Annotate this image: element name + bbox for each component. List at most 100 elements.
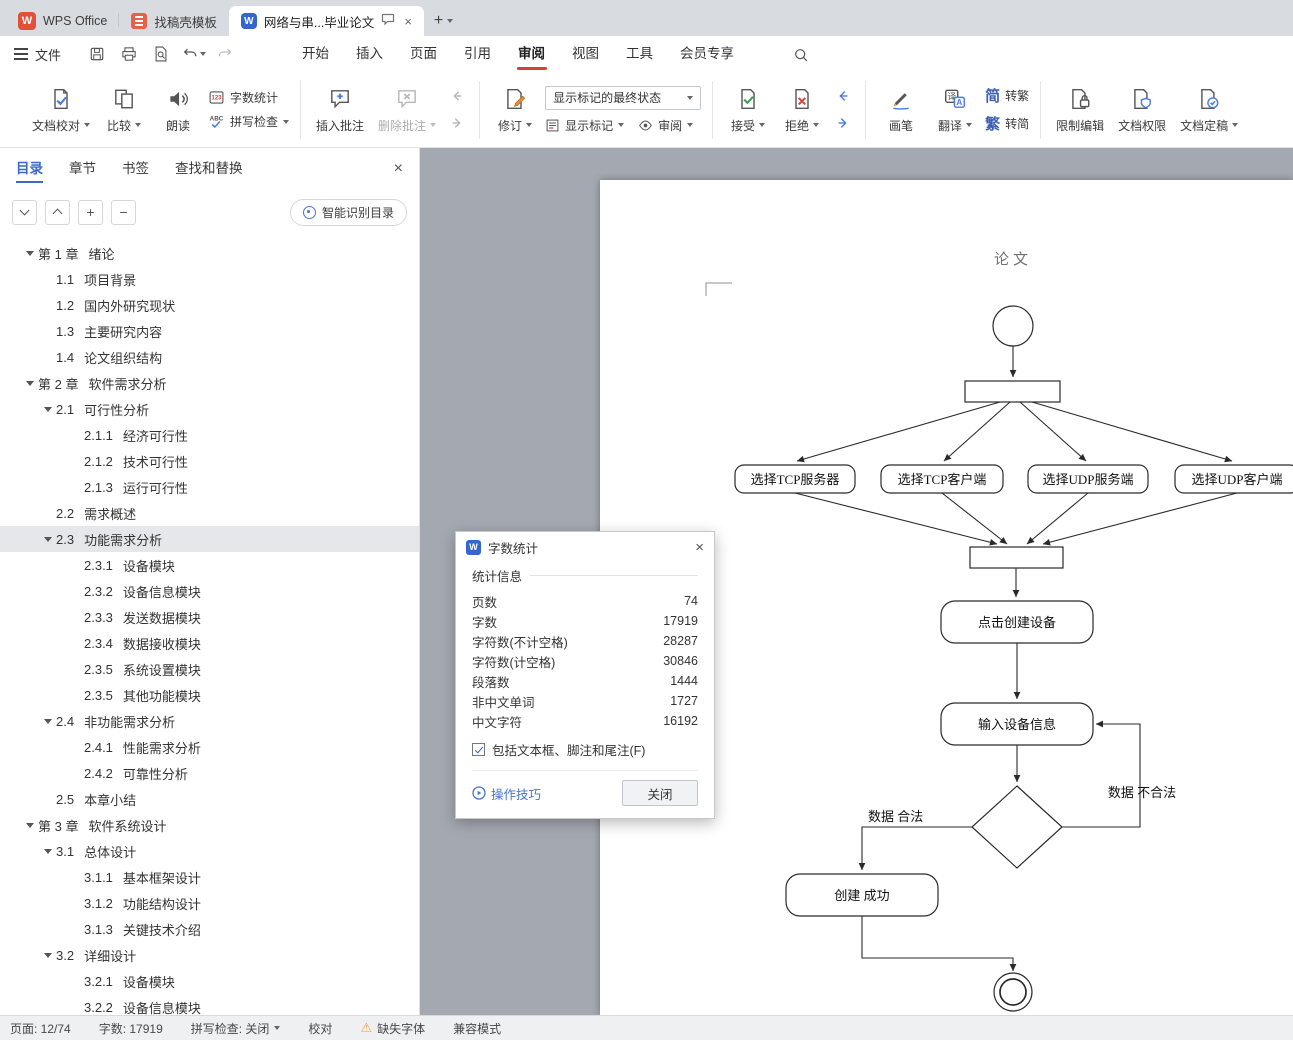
menu-item[interactable]: 会员专享 — [680, 36, 734, 72]
new-tab-button[interactable]: + — [424, 6, 463, 36]
toc-item[interactable]: 2.1.3 运行可行性 — [0, 474, 419, 500]
toc-item[interactable]: 1.1 项目背景 — [0, 266, 419, 292]
caret-icon[interactable] — [40, 797, 56, 802]
caret-icon[interactable] — [68, 875, 84, 880]
caret-icon[interactable] — [40, 303, 56, 308]
tab-thesis-document[interactable]: W 网络与串...毕业论文 × — [228, 6, 424, 36]
toc-item[interactable]: 2.3.4 数据接收模块 — [0, 630, 419, 656]
toc-item[interactable]: 3.1.3 关键技术介绍 — [0, 916, 419, 942]
restrict-editing-button[interactable]: 限制编辑 — [1052, 77, 1108, 143]
caret-icon[interactable] — [22, 250, 38, 256]
review-pane-button[interactable]: 审阅 — [638, 117, 694, 134]
toc-item[interactable]: 1.3 主要研究内容 — [0, 318, 419, 344]
dialog-close-icon[interactable]: × — [695, 539, 704, 556]
compat-mode-indicator[interactable]: 兼容模式 — [453, 1020, 501, 1037]
caret-icon[interactable] — [22, 822, 38, 828]
missing-font-warning[interactable]: ⚠ 缺失字体 — [360, 1020, 425, 1037]
previous-comment-icon[interactable] — [446, 86, 468, 106]
include-footnotes-checkbox[interactable]: 包括文本框、脚注和尾注(F) — [472, 740, 698, 759]
markup-state-select[interactable]: 显示标记的最终状态 — [545, 85, 702, 110]
caret-icon[interactable] — [68, 589, 84, 594]
toc-item[interactable]: 2.3.3 发送数据模块 — [0, 604, 419, 630]
caret-icon[interactable] — [68, 771, 84, 776]
menu-item[interactable]: 工具 — [626, 36, 653, 72]
caret-icon[interactable] — [68, 485, 84, 490]
pane-close-icon[interactable]: × — [394, 148, 403, 190]
caret-icon[interactable] — [22, 380, 38, 386]
caret-icon[interactable] — [40, 718, 56, 724]
next-change-icon[interactable] — [832, 113, 854, 133]
toc-item[interactable]: 3.1.2 功能结构设计 — [0, 890, 419, 916]
toc-item[interactable]: 2.4.1 性能需求分析 — [0, 734, 419, 760]
toc-item[interactable]: 2.1.1 经济可行性 — [0, 422, 419, 448]
close-button[interactable]: 关闭 — [622, 780, 698, 806]
toc-item[interactable]: 2.4.2 可靠性分析 — [0, 760, 419, 786]
toc-item[interactable]: 2.3 功能需求分析 — [0, 526, 419, 552]
collapse-all-button[interactable] — [12, 199, 37, 225]
pen-button[interactable]: 画笔 — [877, 77, 925, 143]
doc-finalize-button[interactable]: 文档定稿 — [1176, 77, 1242, 143]
read-aloud-button[interactable]: 朗读 — [154, 77, 202, 143]
checkbox-icon[interactable] — [472, 743, 485, 756]
caret-icon[interactable] — [68, 901, 84, 906]
toc-item[interactable]: 第 3 章 软件系统设计 — [0, 812, 419, 838]
toc-item[interactable]: 3.2 详细设计 — [0, 942, 419, 968]
toc-item[interactable]: 2.2 需求概述 — [0, 500, 419, 526]
to-simplified-button[interactable]: 繁 转简 — [985, 113, 1029, 134]
doc-proof-button[interactable]: 文档校对 — [28, 77, 94, 143]
caret-icon[interactable] — [68, 1005, 84, 1010]
menu-item[interactable]: 开始 — [302, 36, 329, 72]
caret-icon[interactable] — [40, 329, 56, 334]
smart-toc-button[interactable]: 智能识别目录 — [289, 198, 407, 226]
caret-icon[interactable] — [68, 927, 84, 932]
toc-item[interactable]: 2.1 可行性分析 — [0, 396, 419, 422]
undo-button[interactable] — [180, 41, 206, 67]
comment-bubble-icon[interactable] — [381, 13, 395, 29]
caret-icon[interactable] — [40, 536, 56, 542]
toc-item[interactable]: 2.3.5 系统设置模块 — [0, 656, 419, 682]
caret-icon[interactable] — [68, 433, 84, 438]
tab-wps-office[interactable]: W WPS Office — [6, 6, 119, 36]
dialog-title-bar[interactable]: W 字数统计 × — [456, 532, 714, 562]
search-icon[interactable] — [788, 42, 814, 68]
spell-check-button[interactable]: ABC 拼写检查 — [208, 113, 290, 130]
tab-close-icon[interactable]: × — [404, 14, 412, 29]
to-traditional-button[interactable]: 简 转繁 — [985, 85, 1029, 106]
word-count-button[interactable]: 123 字数统计 — [208, 89, 289, 106]
menu-item[interactable]: 插入 — [356, 36, 383, 72]
print-preview-button[interactable] — [148, 41, 174, 67]
track-changes-button[interactable]: 修订 — [491, 77, 539, 143]
zoom-out-button[interactable]: − — [111, 199, 136, 225]
pane-tab[interactable]: 查找和替换 — [175, 148, 243, 190]
toc-item[interactable]: 3.2.1 设备模块 — [0, 968, 419, 994]
toc-item[interactable]: 3.1 总体设计 — [0, 838, 419, 864]
caret-icon[interactable] — [40, 848, 56, 854]
menu-item[interactable]: 视图 — [572, 36, 599, 72]
caret-icon[interactable] — [68, 979, 84, 984]
caret-icon[interactable] — [68, 615, 84, 620]
pane-tab[interactable]: 书签 — [122, 148, 149, 190]
expand-all-button[interactable] — [45, 199, 70, 225]
toc-item[interactable]: 3.1.1 基本框架设计 — [0, 864, 419, 890]
redo-button[interactable] — [212, 41, 238, 67]
menu-item[interactable]: 页面 — [410, 36, 437, 72]
toc-item[interactable]: 第 2 章 软件需求分析 — [0, 370, 419, 396]
proofread-button[interactable]: 校对 — [308, 1020, 332, 1037]
toc-item[interactable]: 2.5 本章小结 — [0, 786, 419, 812]
tab-docer-template[interactable]: 找稿壳模板 — [118, 6, 229, 36]
caret-icon[interactable] — [68, 459, 84, 464]
toc-item[interactable]: 2.1.2 技术可行性 — [0, 448, 419, 474]
previous-change-icon[interactable] — [832, 86, 854, 106]
reject-button[interactable]: 拒绝 — [778, 77, 826, 143]
toc-item[interactable]: 2.3.1 设备模块 — [0, 552, 419, 578]
show-markup-button[interactable]: 显示标记 — [545, 117, 625, 134]
toc-item[interactable]: 3.2.2 设备信息模块 — [0, 994, 419, 1016]
translate-button[interactable]: 译A 翻译 — [931, 77, 979, 143]
toc-item[interactable]: 2.3.5 其他功能模块 — [0, 682, 419, 708]
toc-item[interactable]: 1.2 国内外研究现状 — [0, 292, 419, 318]
next-comment-icon[interactable] — [446, 113, 468, 133]
save-button[interactable] — [84, 41, 110, 67]
caret-icon[interactable] — [40, 277, 56, 282]
delete-comment-button[interactable]: 删除批注 — [374, 77, 440, 143]
caret-icon[interactable] — [68, 641, 84, 646]
